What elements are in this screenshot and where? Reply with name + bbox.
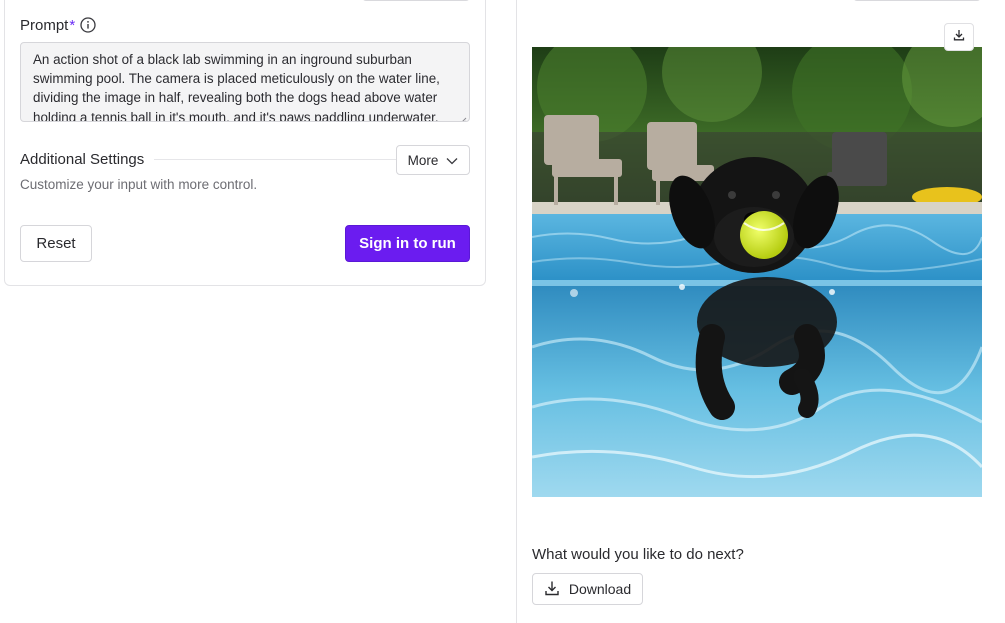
download-button-label: Download (568, 581, 632, 597)
download-button[interactable]: Download (532, 573, 643, 605)
required-marker: * (69, 16, 76, 34)
generated-image (532, 47, 982, 497)
settings-divider (154, 159, 408, 160)
top-left-stub-control[interactable] (362, 0, 470, 1)
chevron-down-icon (446, 153, 458, 168)
image-download-button[interactable] (944, 23, 974, 51)
more-settings-button[interactable]: More (396, 145, 470, 175)
dog-swimming-image (532, 47, 982, 497)
prompt-label: Prompt (20, 16, 69, 34)
additional-settings-title: Additional Settings (20, 151, 145, 168)
prompt-label-row: Prompt * (20, 16, 96, 34)
download-icon (544, 580, 560, 599)
additional-settings-row: Additional Settings More (20, 145, 470, 175)
reset-button[interactable]: Reset (20, 225, 92, 262)
more-button-label: More (407, 152, 439, 168)
top-right-stub-control[interactable] (853, 0, 981, 1)
sign-in-to-run-button[interactable]: Sign in to run (345, 225, 470, 262)
settings-description: Customize your input with more control. (20, 177, 258, 192)
panel-divider (516, 0, 517, 623)
info-icon[interactable] (80, 17, 96, 33)
next-actions-title: What would you like to do next? (532, 546, 744, 563)
prompt-text: An action shot of a black lab swimming i… (33, 52, 440, 122)
prompt-textarea[interactable]: An action shot of a black lab swimming i… (20, 42, 470, 122)
download-icon (953, 28, 965, 46)
resize-grip-icon[interactable] (459, 111, 467, 121)
